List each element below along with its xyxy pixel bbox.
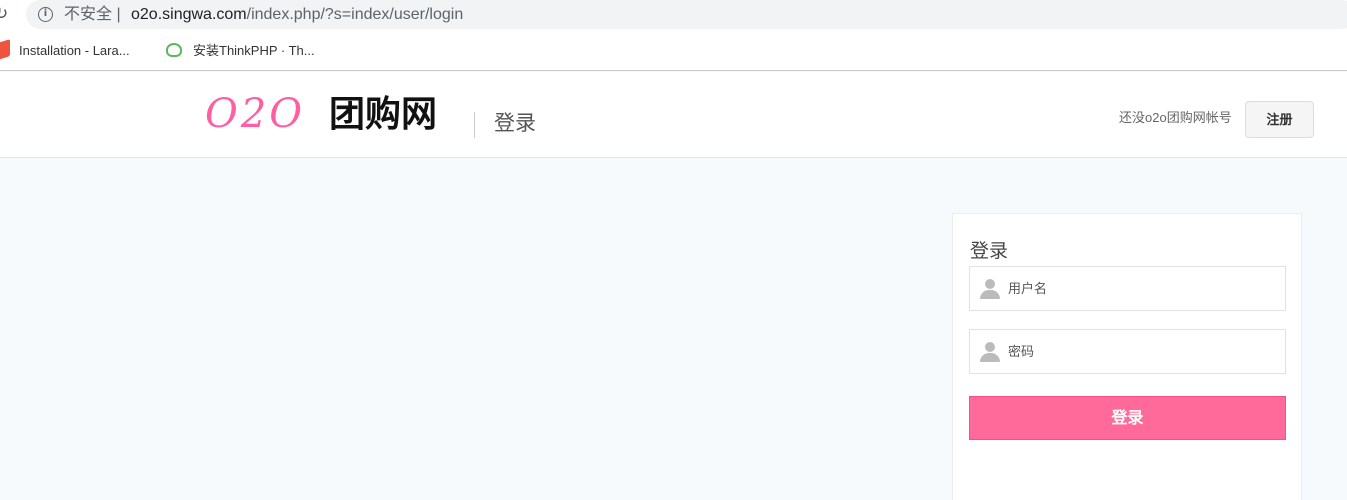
page-subtitle: 登录 <box>494 112 536 135</box>
header-divider <box>474 112 475 138</box>
bookmark-laravel-installation[interactable]: Installation - Lara... <box>19 42 130 60</box>
username-field[interactable] <box>969 266 1286 311</box>
login-submit-button[interactable]: 登录 <box>969 396 1286 440</box>
browser-address-bar: ↻ i 不安全 | o2o.singwa.com/index.php/?s=in… <box>0 0 1347 31</box>
bookmark-thinkphp-install[interactable]: 安装ThinkPHP · Th... <box>193 42 315 60</box>
logo-name-text: 团购网 <box>329 93 438 134</box>
user-icon <box>980 342 1000 362</box>
logo-o2o-text: O2O <box>205 91 306 137</box>
thinkphp-icon <box>166 43 182 57</box>
bookmarks-bar: Installation - Lara... 安装ThinkPHP · Th..… <box>0 31 1347 71</box>
password-field[interactable] <box>969 329 1286 374</box>
user-icon <box>980 279 1000 299</box>
info-icon[interactable]: i <box>38 7 53 22</box>
insecure-label: 不安全 | <box>64 6 121 23</box>
site-header: O2O 团购网 登录 还没o2o团购网帐号 注册 <box>0 72 1347 158</box>
register-button[interactable]: 注册 <box>1245 101 1314 138</box>
login-title: 登录 <box>970 240 1009 262</box>
login-panel: 登录 登录 <box>952 213 1302 500</box>
url-host: o2o.singwa.com <box>131 6 247 23</box>
password-input[interactable] <box>1008 330 1278 373</box>
no-account-text: 还没o2o团购网帐号 <box>1119 110 1232 125</box>
url-path: /index.php/?s=index/user/login <box>246 6 464 23</box>
url-text[interactable]: o2o.singwa.com/index.php/?s=index/user/l… <box>131 5 463 25</box>
username-input[interactable] <box>1008 267 1278 310</box>
reload-icon[interactable]: ↻ <box>0 4 8 24</box>
